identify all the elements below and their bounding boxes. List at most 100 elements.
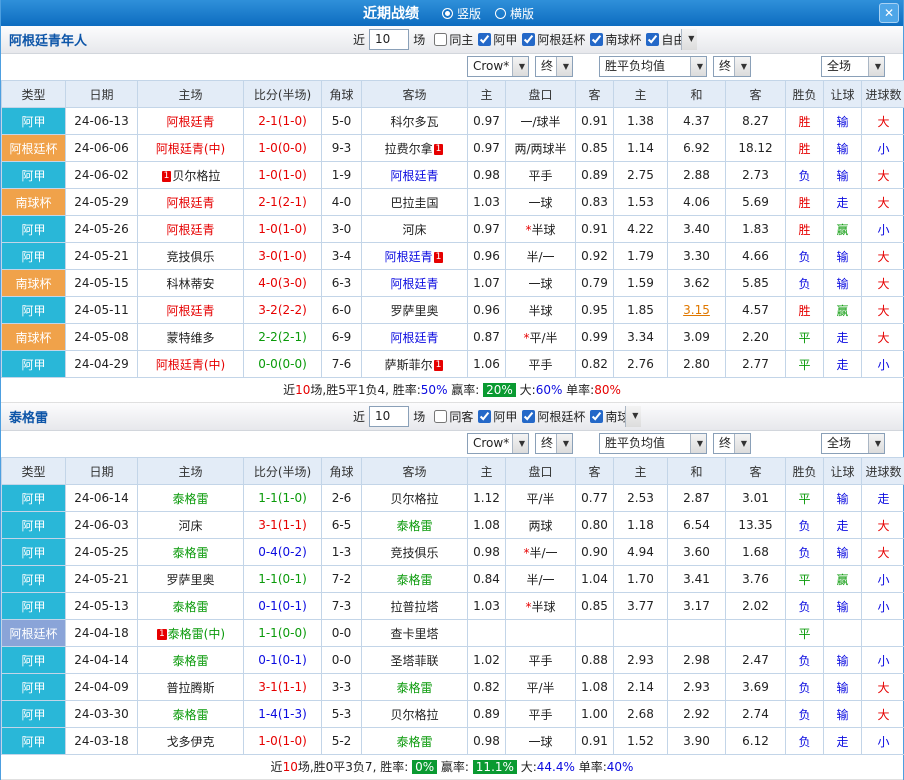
layout-radio-vertical[interactable]: 竖版 — [442, 5, 481, 22]
filter-checkbox[interactable]: 同客 — [434, 408, 473, 425]
match-row[interactable]: 阿甲 24-06-03 河床 3-1(1-1) 6-5 泰格雷 1.08 两球 … — [2, 512, 904, 539]
away-team-name[interactable]: 泰格雷 — [396, 519, 432, 533]
checkbox-input[interactable] — [646, 33, 659, 46]
checkbox-input[interactable] — [590, 33, 603, 46]
home-team-name[interactable]: 普拉腾斯 — [166, 681, 214, 695]
summary-bar-1: 近10场,胜5平1负4, 胜率:50% 赢率: 20% 大:60% 单率:80% — [1, 378, 903, 403]
home-team-name[interactable]: 泰格雷 — [172, 492, 208, 506]
away-team-name[interactable]: 贝尔格拉 — [390, 492, 438, 506]
team-name: 泰格雷 — [9, 407, 48, 426]
filter-checkbox[interactable]: 阿甲 — [478, 31, 517, 48]
checkbox-input[interactable] — [478, 410, 491, 423]
match-row[interactable]: 阿甲 24-04-09 普拉腾斯 3-1(1-1) 3-3 泰格雷 0.82 平… — [2, 674, 904, 701]
away-team-name[interactable]: 拉费尔拿 — [385, 142, 433, 156]
away-team-name[interactable]: 贝尔格拉 — [390, 708, 438, 722]
checkbox-input[interactable] — [478, 33, 491, 46]
match-row[interactable]: 阿甲 24-05-25 泰格雷 0-4(0-2) 1-3 竞技俱乐 0.98 *… — [2, 539, 904, 566]
league-badge: 阿甲 — [2, 351, 66, 378]
home-team-name[interactable]: 罗萨里奥 — [166, 573, 214, 587]
checkbox-input[interactable] — [434, 33, 447, 46]
match-row[interactable]: 阿甲 24-04-29 阿根廷青(中) 0-0(0-0) 7-6 萨斯菲尔1 1… — [2, 351, 904, 378]
away-team-name[interactable]: 阿根廷青 — [390, 169, 438, 183]
home-team-name[interactable]: 阿根廷青 — [166, 115, 214, 129]
away-team-name[interactable]: 巴拉圭国 — [390, 196, 438, 210]
market-type-select[interactable]: 胜平负均值 — [599, 433, 707, 454]
filter-checkbox[interactable]: 阿根廷杯 — [522, 408, 585, 425]
checkbox-input[interactable] — [522, 33, 535, 46]
match-row[interactable]: 阿甲 24-03-30 泰格雷 1-4(1-3) 5-3 贝尔格拉 0.89 平… — [2, 701, 904, 728]
away-team-name[interactable]: 阿根廷青 — [390, 277, 438, 291]
away-team-name[interactable]: 泰格雷 — [396, 573, 432, 587]
recent-count-select[interactable]: 10 — [369, 29, 409, 50]
home-team-name[interactable]: 河床 — [178, 519, 202, 533]
avg-away-odds: 6.12 — [726, 728, 786, 755]
home-team-name[interactable]: 戈多伊克 — [166, 735, 214, 749]
filter-checkbox[interactable]: 南球杯 — [590, 31, 641, 48]
away-team-name[interactable]: 阿根廷青 — [385, 250, 433, 264]
match-row[interactable]: 阿甲 24-05-26 阿根廷青 1-0(1-0) 3-0 河床 0.97 *半… — [2, 216, 904, 243]
match-row[interactable]: 阿甲 24-05-21 罗萨里奥 1-1(0-1) 7-2 泰格雷 0.84 半… — [2, 566, 904, 593]
close-button[interactable]: ✕ — [879, 3, 899, 23]
away-team-name[interactable]: 拉普拉塔 — [390, 600, 438, 614]
checkbox-input[interactable] — [590, 410, 603, 423]
away-team-name[interactable]: 查卡里塔 — [390, 627, 438, 641]
match-row[interactable]: 阿甲 24-05-11 阿根廷青 3-2(2-2) 6-0 罗萨里奥 0.96 … — [2, 297, 904, 324]
company-state-select[interactable]: 终 — [535, 433, 573, 454]
away-team-name[interactable]: 阿根廷青 — [390, 331, 438, 345]
home-team-name[interactable]: 阿根廷青 — [166, 304, 214, 318]
home-team-name[interactable]: 泰格雷 — [172, 654, 208, 668]
away-team-name[interactable]: 萨斯菲尔 — [385, 358, 433, 372]
home-team-name[interactable]: 泰格雷 — [172, 600, 208, 614]
away-team-cell: 泰格雷 — [362, 566, 468, 593]
col-home: 主场 — [138, 81, 244, 108]
match-row[interactable]: 阿根廷杯 24-04-18 1泰格雷(中) 1-1(0-0) 0-0 查卡里塔 … — [2, 620, 904, 647]
layout-radio-horizontal[interactable]: 横版 — [495, 5, 534, 22]
away-team-name[interactable]: 河床 — [402, 223, 426, 237]
away-team-name[interactable]: 罗萨里奥 — [390, 304, 438, 318]
away-team-name[interactable]: 圣塔菲联 — [390, 654, 438, 668]
checkbox-input[interactable] — [522, 410, 535, 423]
match-row[interactable]: 南球杯 24-05-29 阿根廷青 2-1(2-1) 4-0 巴拉圭国 1.03… — [2, 189, 904, 216]
home-team-name[interactable]: 泰格雷 — [172, 546, 208, 560]
filter-checkbox[interactable]: 同主 — [434, 31, 473, 48]
away-team-name[interactable]: 竞技俱乐 — [390, 546, 438, 560]
match-scope-select[interactable]: 全场 — [821, 56, 885, 77]
ah-home-odds: 1.06 — [468, 351, 506, 378]
match-row[interactable]: 阿甲 24-06-02 1贝尔格拉 1-0(1-0) 1-9 阿根廷青 0.98… — [2, 162, 904, 189]
odds-company-select[interactable]: Crow* — [467, 433, 529, 454]
match-row[interactable]: 阿甲 24-06-14 泰格雷 1-1(1-0) 2-6 贝尔格拉 1.12 平… — [2, 485, 904, 512]
match-row[interactable]: 南球杯 24-05-08 蒙特维多 2-2(2-1) 6-9 阿根廷青 0.87… — [2, 324, 904, 351]
market-state-select[interactable]: 终 — [713, 433, 751, 454]
home-team-name[interactable]: 蒙特维多 — [166, 331, 214, 345]
home-team-name[interactable]: 科林蒂安 — [166, 277, 214, 291]
match-row[interactable]: 阿甲 24-03-18 戈多伊克 1-0(1-0) 5-2 泰格雷 0.98 一… — [2, 728, 904, 755]
home-team-name[interactable]: 贝尔格拉 — [172, 169, 220, 183]
filter-checkbox[interactable]: 阿甲 — [478, 408, 517, 425]
odds-company-select[interactable]: Crow* — [467, 56, 529, 77]
home-team-name[interactable]: 阿根廷青(中) — [156, 142, 225, 156]
corners: 1-3 — [322, 539, 362, 566]
away-team-name[interactable]: 泰格雷 — [396, 735, 432, 749]
filter-checkbox[interactable]: 阿根廷杯 — [522, 31, 585, 48]
match-row[interactable]: 阿甲 24-05-13 泰格雷 0-1(0-1) 7-3 拉普拉塔 1.03 *… — [2, 593, 904, 620]
match-scope-select[interactable]: 全场 — [821, 433, 885, 454]
checkbox-input[interactable] — [434, 410, 447, 423]
home-team-name[interactable]: 泰格雷 — [172, 708, 208, 722]
match-row[interactable]: 南球杯 24-05-15 科林蒂安 4-0(3-0) 6-3 阿根廷青 1.07… — [2, 270, 904, 297]
match-row[interactable]: 阿根廷杯 24-06-06 阿根廷青(中) 1-0(0-0) 9-3 拉费尔拿1… — [2, 135, 904, 162]
home-team-name[interactable]: 泰格雷(中) — [168, 627, 225, 641]
match-row[interactable]: 阿甲 24-06-13 阿根廷青 2-1(1-0) 5-0 科尔多瓦 0.97 … — [2, 108, 904, 135]
home-team-name[interactable]: 阿根廷青(中) — [156, 358, 225, 372]
home-team-name[interactable]: 竞技俱乐 — [166, 250, 214, 264]
home-team-name[interactable]: 阿根廷青 — [166, 196, 214, 210]
away-team-name[interactable]: 泰格雷 — [396, 681, 432, 695]
market-type-select[interactable]: 胜平负均值 — [599, 56, 707, 77]
match-row[interactable]: 阿甲 24-05-21 竞技俱乐 3-0(1-0) 3-4 阿根廷青1 0.96… — [2, 243, 904, 270]
market-state-select[interactable]: 终 — [713, 56, 751, 77]
recent-count-select[interactable]: 10 — [369, 406, 409, 427]
home-team-name[interactable]: 阿根廷青 — [166, 223, 214, 237]
match-row[interactable]: 阿甲 24-04-14 泰格雷 0-1(0-1) 0-0 圣塔菲联 1.02 平… — [2, 647, 904, 674]
away-team-name[interactable]: 科尔多瓦 — [390, 115, 438, 129]
ah-away-odds: 1.08 — [576, 674, 614, 701]
company-state-select[interactable]: 终 — [535, 56, 573, 77]
